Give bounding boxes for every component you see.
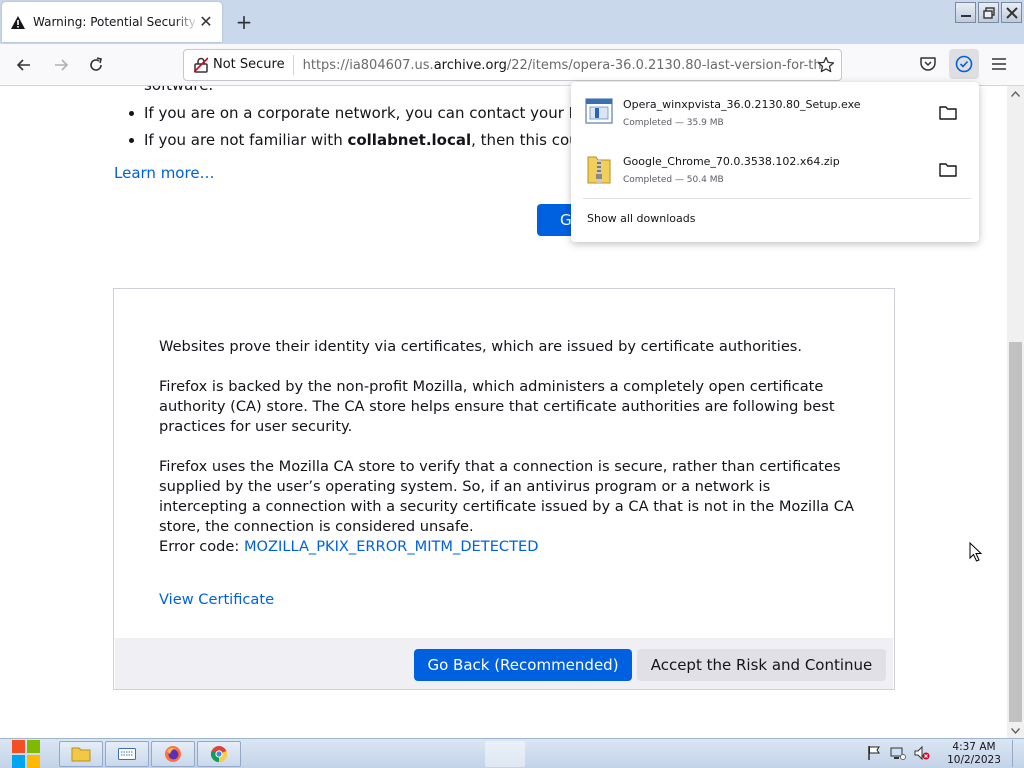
close-window-button[interactable] [1001, 2, 1022, 23]
chrome-icon [210, 746, 228, 763]
tab-security-warning[interactable]: Warning: Potential Security Risk Ahead ✕ [2, 2, 222, 42]
network-icon[interactable] [890, 745, 906, 761]
action-center-flag-icon[interactable] [866, 745, 882, 761]
download-filename: Google_Chrome_70.0.3538.102.x64.zip [623, 155, 840, 168]
exe-file-icon [585, 98, 613, 124]
tab-strip: Warning: Potential Security Risk Ahead ✕… [0, 0, 1024, 44]
mozilla-ca-text: Firefox is backed by the non-profit Mozi… [159, 378, 835, 435]
scroll-down-arrow-icon[interactable] [1011, 726, 1020, 735]
hamburger-menu-icon[interactable] [989, 54, 1009, 74]
error-code-line: Error code: MOZILLA_PKIX_ERROR_MITM_DETE… [159, 537, 859, 557]
firefox-icon [165, 746, 181, 762]
accept-risk-button[interactable]: Accept the Risk and Continue [637, 649, 886, 681]
insecure-lock-icon[interactable] [192, 56, 210, 74]
back-arrow-icon [16, 59, 30, 71]
not-secure-label[interactable]: Not Secure [213, 55, 294, 75]
url-domain: archive.org [433, 57, 507, 73]
error-code-link[interactable]: MOZILLA_PKIX_ERROR_MITM_DETECTED [244, 538, 539, 555]
minimize-button[interactable] [955, 2, 976, 23]
downloads-panel: Opera_winxpvista_36.0.2130.80_Setup.exe … [571, 82, 979, 242]
url-path: /22/items/opera-36.0.2130.80-last-versio… [506, 57, 821, 73]
bookmark-star-icon[interactable] [817, 56, 835, 74]
certificate-info-text: Websites prove their identity via certif… [159, 338, 803, 355]
reload-button[interactable] [84, 53, 108, 77]
mouse-cursor-icon [969, 542, 983, 562]
windows-start-icon[interactable] [8, 739, 44, 768]
vertical-scrollbar[interactable] [1007, 86, 1024, 738]
minimize-icon [960, 14, 971, 17]
taskbar-file-explorer[interactable] [59, 741, 103, 767]
downloads-button[interactable] [949, 49, 979, 79]
reload-icon [90, 57, 102, 71]
restore-button[interactable] [978, 2, 999, 23]
taskbar: 4:37 AM 10/2/2023 [0, 738, 1024, 768]
volume-muted-icon[interactable] [914, 745, 930, 761]
learn-more-link[interactable]: Learn more… [114, 164, 215, 182]
folder-icon[interactable] [939, 104, 957, 120]
clock-time: 4:37 AM [952, 741, 996, 753]
download-item[interactable]: Opera_winxpvista_36.0.2130.80_Setup.exe … [583, 92, 967, 142]
show-all-downloads-link[interactable]: Show all downloads [587, 212, 695, 225]
tab-close-icon[interactable]: ✕ [198, 14, 214, 30]
system-clock[interactable]: 4:37 AM 10/2/2023 [944, 741, 1004, 767]
back-button[interactable] [12, 53, 36, 77]
warning-icon [10, 14, 26, 30]
view-certificate-link[interactable]: View Certificate [159, 591, 274, 608]
list-item-text: If you are not familiar with [144, 131, 348, 149]
download-complete-icon [955, 55, 973, 73]
new-tab-button[interactable]: + [234, 12, 254, 32]
download-item[interactable]: Google_Chrome_70.0.3538.102.x64.zip Comp… [583, 149, 967, 199]
folder-icon [71, 747, 91, 762]
hostname-text: collabnet.local [347, 131, 472, 149]
navigation-toolbar: Not Secure https://ia804607.us.archive.o… [0, 44, 1024, 86]
scrollbar-thumb[interactable] [1009, 342, 1022, 722]
url-prefix: https://ia804607.us. [302, 57, 434, 73]
scroll-up-arrow-icon[interactable] [1011, 90, 1020, 99]
clock-date: 10/2/2023 [947, 754, 1001, 766]
tab-title: Warning: Potential Security Risk Ahead [33, 15, 199, 29]
url-bar[interactable]: Not Secure https://ia804607.us.archive.o… [183, 49, 842, 81]
browser-window: Warning: Potential Security Risk Ahead ✕… [0, 0, 1024, 768]
download-status: Completed — 50.4 MB [623, 175, 724, 185]
window-controls [955, 2, 1022, 23]
truncated-text: software. [144, 86, 213, 94]
taskbar-chrome[interactable] [197, 741, 241, 767]
error-code-label: Error code: [159, 538, 244, 555]
pocket-icon[interactable] [918, 54, 938, 74]
taskbar-firefox[interactable] [151, 741, 195, 767]
taskbar-empty-slot[interactable] [485, 741, 525, 767]
zip-file-icon [587, 156, 611, 184]
taskbar-keyboard[interactable] [105, 741, 149, 767]
go-back-recommended-button[interactable]: Go Back (Recommended) [414, 649, 632, 681]
mitm-explanation-text: Firefox uses the Mozilla CA store to ver… [159, 458, 854, 535]
download-filename: Opera_winxpvista_36.0.2130.80_Setup.exe [623, 98, 861, 111]
forward-arrow-icon [55, 59, 69, 71]
divider [583, 198, 971, 199]
url-text[interactable]: https://ia804607.us.archive.org/22/items… [303, 58, 821, 73]
show-desktop-button[interactable] [1012, 740, 1022, 767]
keyboard-icon [118, 748, 136, 760]
download-status: Completed — 35.9 MB [623, 118, 724, 128]
button-footer: Go Back (Recommended) Accept the Risk an… [115, 638, 893, 689]
system-tray [866, 745, 930, 761]
close-icon [1005, 6, 1018, 19]
advanced-info-panel: Websites prove their identity via certif… [113, 288, 895, 690]
restore-icon [982, 6, 995, 19]
folder-icon[interactable] [939, 161, 957, 177]
forward-button[interactable] [49, 53, 73, 77]
